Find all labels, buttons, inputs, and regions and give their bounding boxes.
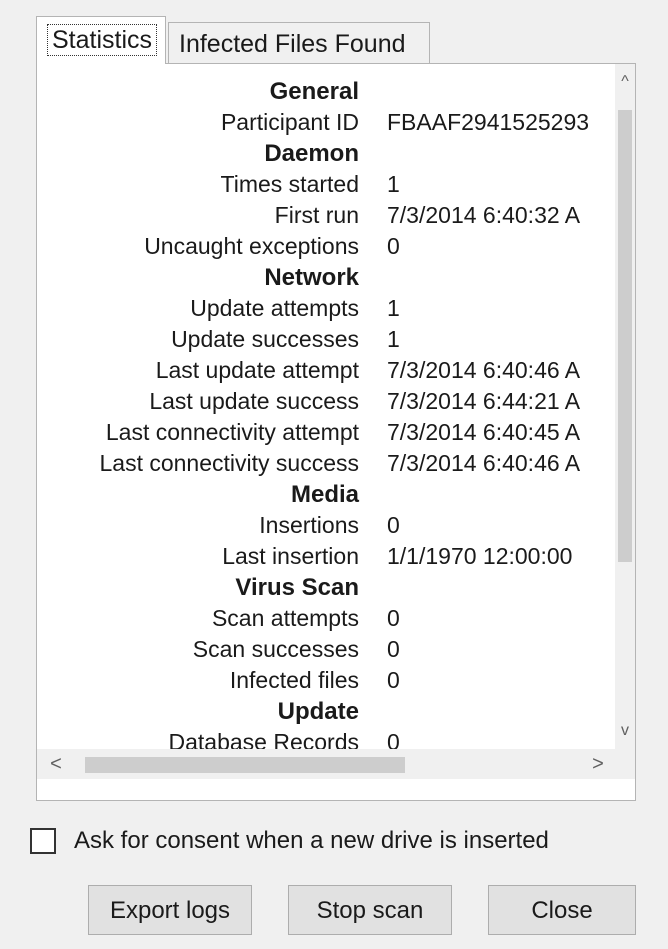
horizontal-scroll-thumb[interactable]	[85, 757, 405, 773]
consent-option[interactable]: Ask for consent when a new drive is inse…	[30, 826, 549, 856]
stat-name: Times started	[220, 171, 359, 197]
scroll-down-arrow-icon[interactable]: v	[615, 719, 635, 743]
stat-value: 7/3/2014 6:44:21 A	[387, 388, 581, 414]
vertical-scroll-thumb[interactable]	[618, 110, 632, 562]
stat-value: 1/1/1970 12:00:00	[387, 543, 573, 569]
tab-infected-files-found[interactable]: Infected Files Found	[168, 22, 430, 64]
stat-value: 0	[387, 233, 400, 259]
stat-value: 0	[387, 605, 400, 631]
consent-checkbox[interactable]	[30, 828, 56, 854]
stats-row: Last connectivity success 7/3/2014 6:40:4…	[37, 448, 615, 479]
stats-row: Insertions 0	[37, 510, 615, 541]
stop-scan-button[interactable]: Stop scan	[288, 885, 452, 935]
consent-label: Ask for consent when a new drive is inse…	[74, 827, 549, 854]
stat-value: 1	[387, 295, 400, 321]
stat-value: FBAAF2941525293	[387, 109, 590, 135]
stat-name: Last connectivity success	[99, 450, 359, 476]
stat-name: Scan successes	[192, 636, 359, 662]
stats-row: Update attempts 1	[37, 293, 615, 324]
stats-section-header: Update	[37, 696, 615, 727]
stats-row: Last connectivity attempt 7/3/2014 6:40:4…	[37, 417, 615, 448]
stat-name: Scan attempts	[211, 605, 359, 631]
stat-name: Participant ID	[220, 109, 359, 135]
stats-section-header: Network	[37, 262, 615, 293]
stat-name: Last update attempt	[155, 357, 359, 383]
stats-row: Last update attempt 7/3/2014 6:40:46 A	[37, 355, 615, 386]
section-title: General	[269, 78, 359, 105]
stat-value: 1	[387, 171, 400, 197]
scroll-right-arrow-icon[interactable]: >	[583, 749, 613, 779]
stats-row: Times started 1	[37, 169, 615, 200]
stat-name: Update attempts	[190, 295, 359, 321]
stat-name: Uncaught exceptions	[144, 233, 359, 259]
stat-value: 7/3/2014 6:40:46 A	[387, 357, 581, 383]
stat-name: Update successes	[171, 326, 359, 352]
stat-name: Last insertion	[222, 543, 359, 569]
stat-name: Last connectivity attempt	[105, 419, 359, 445]
close-button[interactable]: Close	[488, 885, 636, 935]
section-title: Update	[277, 698, 359, 725]
stats-section-header: Media	[37, 479, 615, 510]
stat-value: 1	[387, 326, 400, 352]
stats-row: Participant ID FBAAF2941525293	[37, 107, 615, 138]
scrollbar-corner	[615, 749, 635, 779]
stats-section-header: Daemon	[37, 138, 615, 169]
stat-name: Database Records	[168, 729, 360, 749]
stats-section-header: Virus Scan	[37, 572, 615, 603]
stats-row: Database Records 0	[37, 727, 615, 749]
stat-name: Insertions	[259, 512, 359, 538]
export-logs-button[interactable]: Export logs	[88, 885, 252, 935]
horizontal-scrollbar[interactable]: < >	[37, 749, 615, 779]
stats-section-header: General	[37, 76, 615, 107]
stats-row: Scan successes 0	[37, 634, 615, 665]
stats-row: Infected files 0	[37, 665, 615, 696]
stat-value: 0	[387, 512, 400, 538]
stat-value: 0	[387, 636, 400, 662]
scroll-up-arrow-icon[interactable]: ^	[615, 70, 635, 94]
stats-row: Last insertion 1/1/1970 12:00:00	[37, 541, 615, 572]
stat-value: 0	[387, 667, 400, 693]
tab-statistics[interactable]: Statistics	[36, 16, 166, 64]
stat-name: Last update success	[149, 388, 359, 414]
stat-name: Infected files	[229, 667, 359, 693]
stat-value: 7/3/2014 6:40:46 A	[387, 450, 581, 476]
statistics-panel: General Participant ID FBAAF2941525293 Daem…	[36, 63, 636, 801]
section-title: Network	[264, 264, 359, 291]
stat-name: First run	[274, 202, 359, 228]
stat-value: 0	[387, 729, 400, 749]
section-title: Daemon	[264, 140, 359, 167]
stats-row: Update successes 1	[37, 324, 615, 355]
stats-row: First run 7/3/2014 6:40:32 A	[37, 200, 615, 231]
section-title: Virus Scan	[235, 574, 359, 601]
tab-statistics-label: Statistics	[47, 24, 158, 56]
stats-row: Uncaught exceptions 0	[37, 231, 615, 262]
scroll-left-arrow-icon[interactable]: <	[41, 749, 71, 779]
stats-row: Scan attempts 0	[37, 603, 615, 634]
vertical-scrollbar[interactable]: ^ v	[615, 64, 635, 749]
section-title: Media	[290, 481, 359, 508]
stats-row: Last update success 7/3/2014 6:44:21 A	[37, 386, 615, 417]
stat-value: 7/3/2014 6:40:45 A	[387, 419, 581, 445]
tab-infected-files-found-label: Infected Files Found	[179, 30, 406, 58]
statistics-list[interactable]: General Participant ID FBAAF2941525293 Daem…	[37, 64, 615, 749]
stat-value: 7/3/2014 6:40:32 A	[387, 202, 581, 228]
